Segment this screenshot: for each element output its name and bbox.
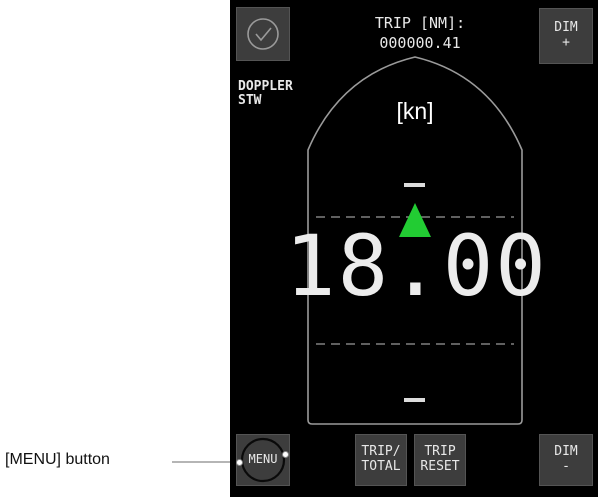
trip-total-button[interactable]: TRIP/ TOTAL: [355, 434, 407, 486]
dim-minus-button[interactable]: DIM -: [539, 434, 593, 486]
trip-reset-line-2: RESET: [420, 459, 460, 474]
lower-marker: [404, 398, 425, 402]
trip-reset-line-1: TRIP: [424, 444, 456, 460]
upper-marker: [404, 183, 425, 187]
check-circle-icon: [247, 18, 279, 50]
confirm-button[interactable]: [236, 7, 290, 61]
trip-readout: TRIP [NM]: 000000.41: [340, 14, 500, 53]
dim-plus-label: DIM: [554, 20, 578, 36]
dim-minus-sign: -: [562, 459, 570, 474]
menu-button[interactable]: MENU: [236, 434, 290, 486]
menu-button-callout: [MENU] button: [5, 451, 110, 468]
source-line-1: DOPPLER: [238, 79, 293, 94]
dim-plus-button[interactable]: DIM +: [539, 8, 593, 64]
speed-unit: [kn]: [396, 98, 434, 124]
trip-total-line-1: TRIP/: [361, 444, 401, 460]
speed-source-label: DOPPLER STW: [238, 79, 293, 109]
speed-value: 18.00: [285, 217, 548, 315]
trip-total-line-2: TOTAL: [361, 459, 401, 474]
trip-value: 000000.41: [379, 33, 461, 52]
source-line-2: STW: [238, 93, 262, 109]
figure: [MENU] button TRIP [NM]: 000000.41 DIM +…: [0, 0, 598, 497]
callout-dot-right: [282, 451, 289, 458]
trip-reset-button[interactable]: TRIP RESET: [414, 434, 466, 486]
trip-label: TRIP [NM]:: [374, 14, 466, 32]
device-screen: TRIP [NM]: 000000.41 DIM + DOPPLER STW […: [230, 0, 598, 497]
dim-minus-label: DIM: [554, 444, 578, 460]
dim-plus-sign: +: [562, 35, 570, 50]
menu-label: MENU: [248, 452, 278, 467]
callout-dot-left: [236, 459, 243, 466]
